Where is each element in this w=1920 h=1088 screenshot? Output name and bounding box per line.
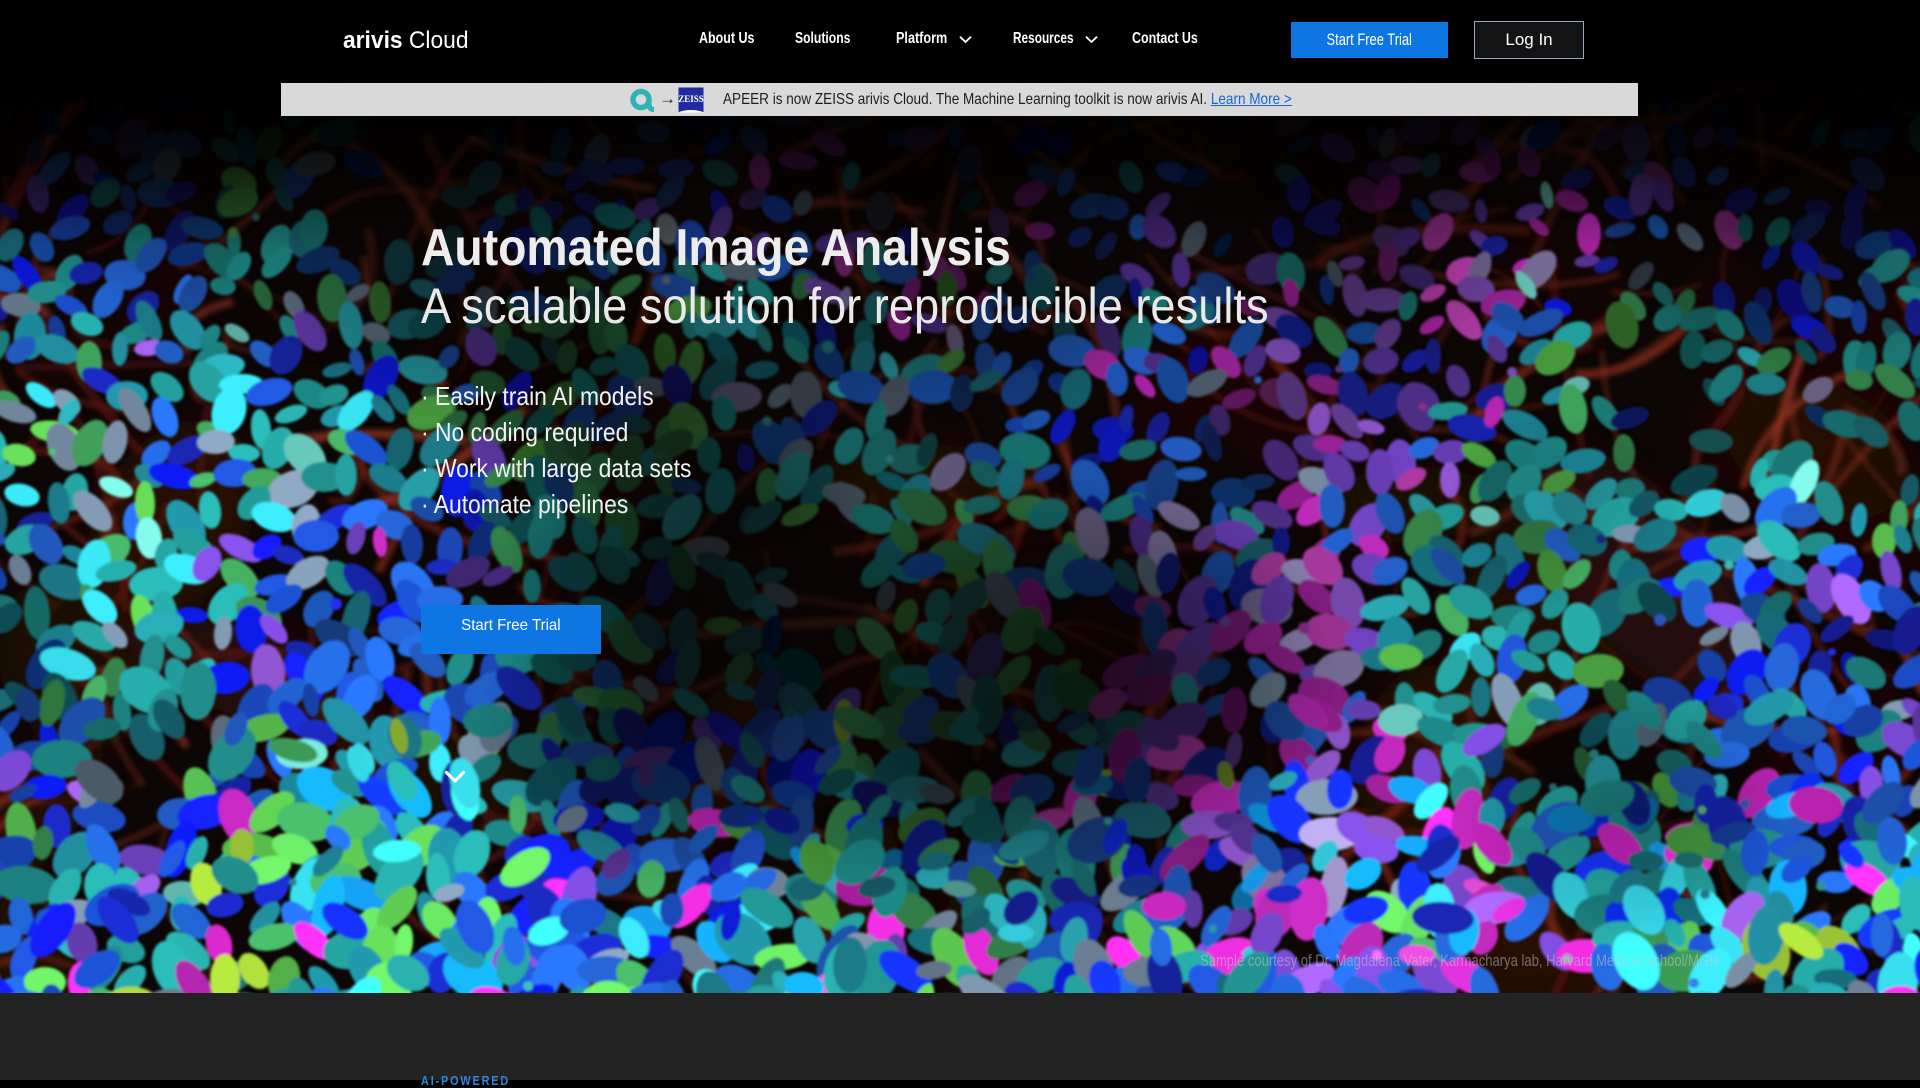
svg-text:ZEISS: ZEISS [678, 94, 704, 104]
